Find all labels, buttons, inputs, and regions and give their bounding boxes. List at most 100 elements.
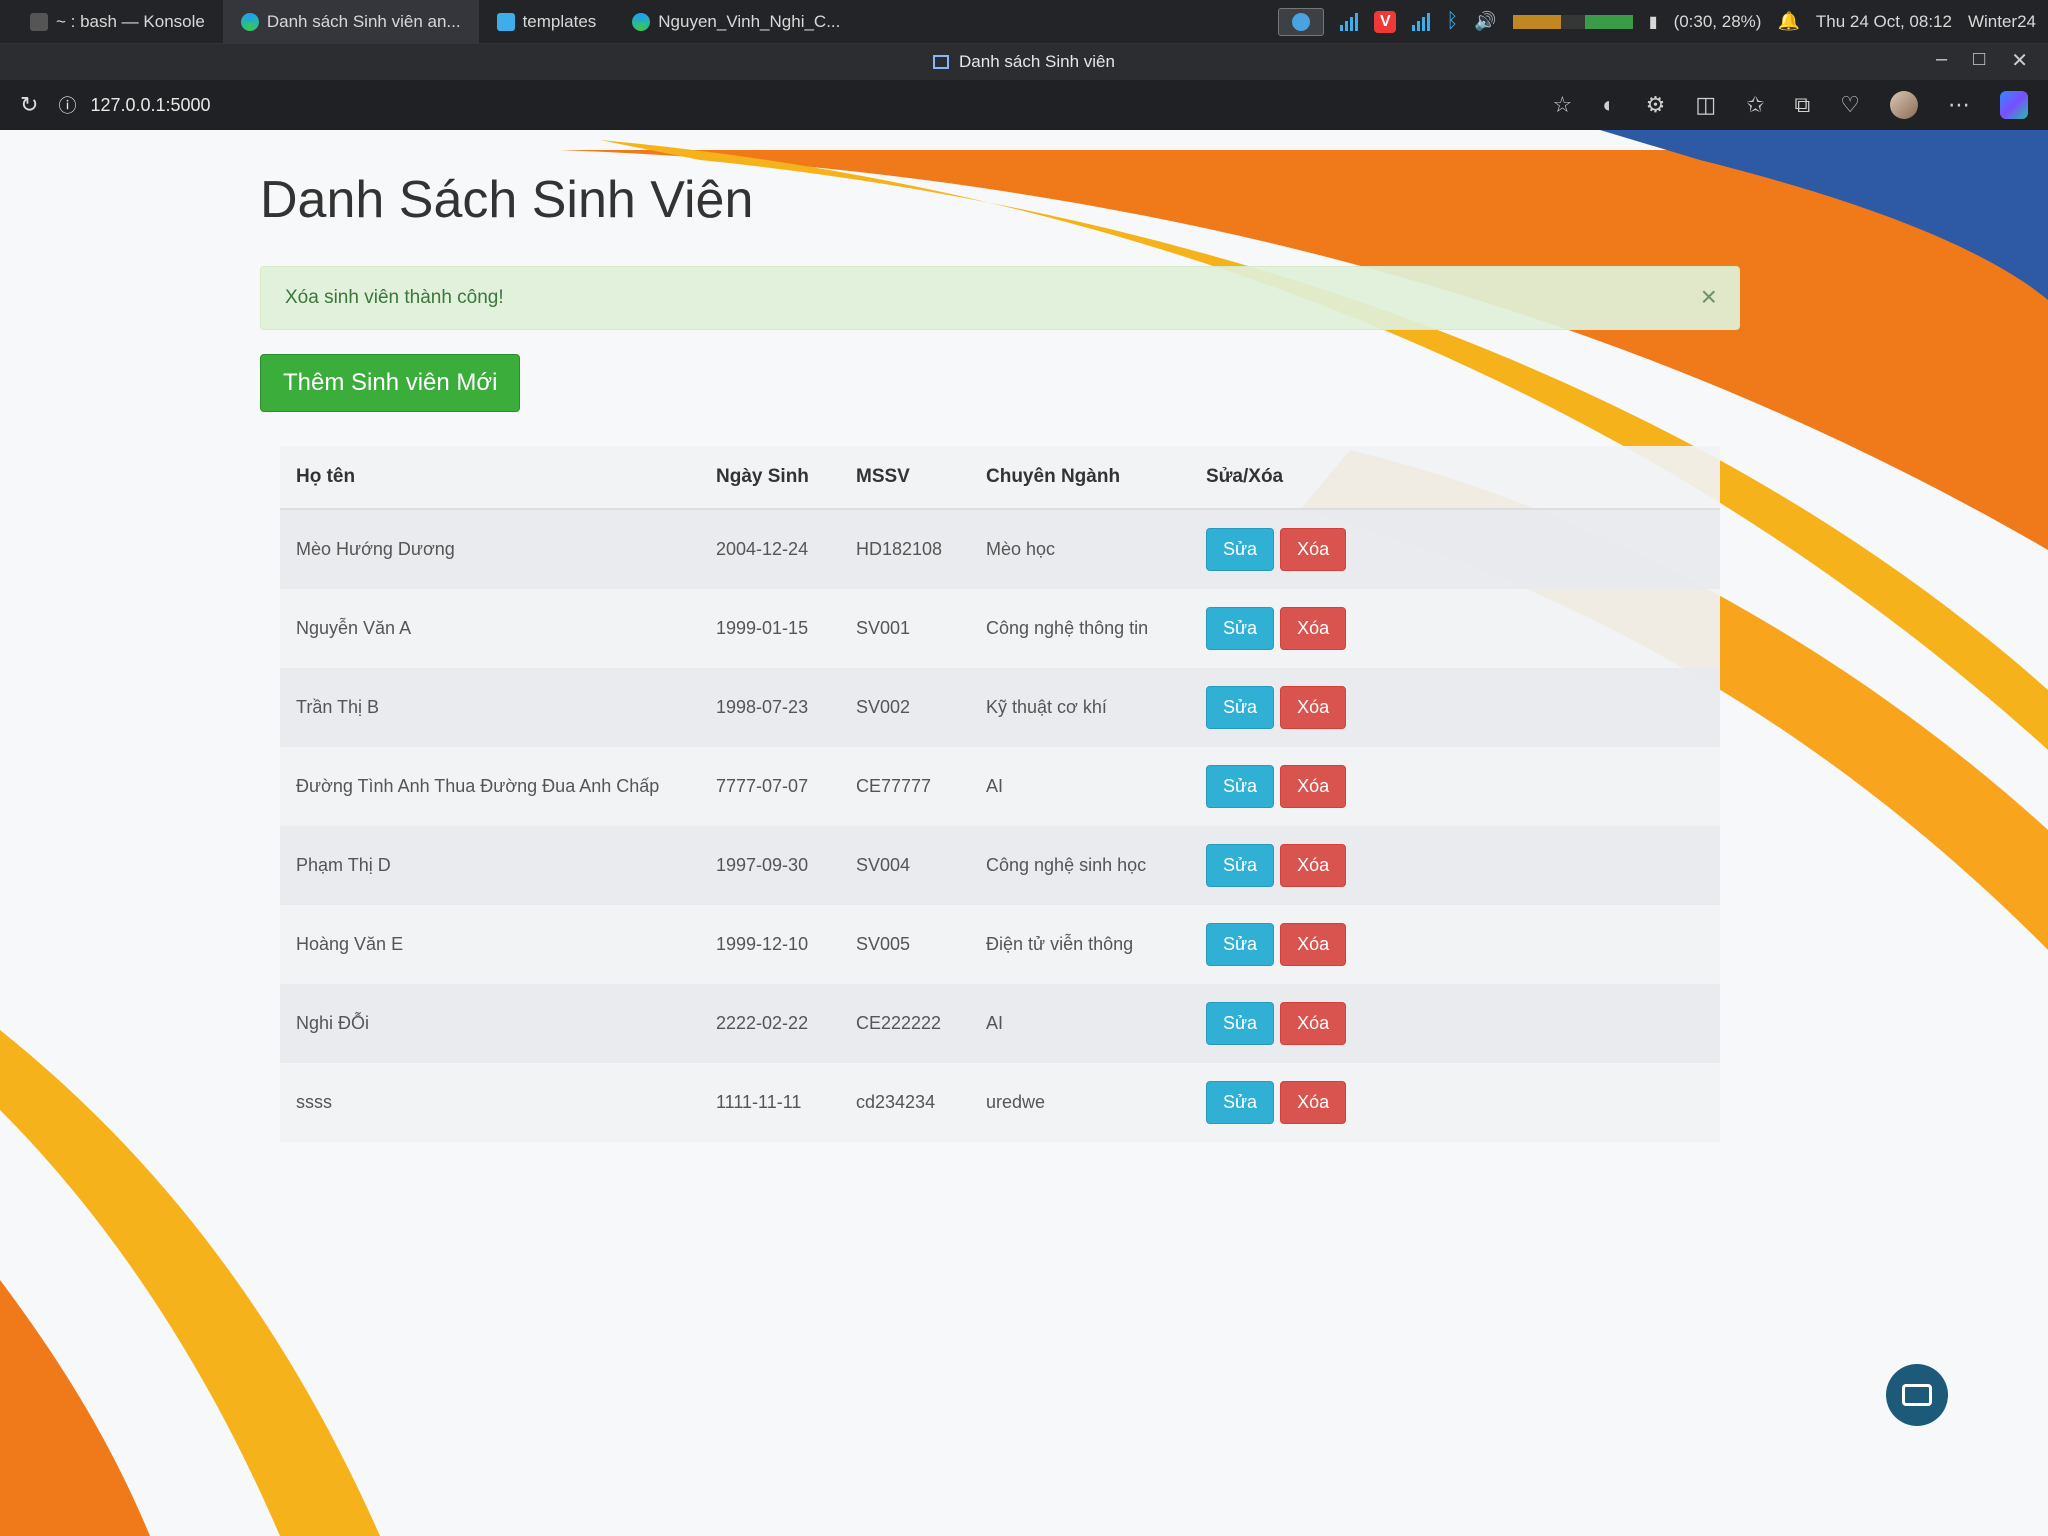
- reload-icon[interactable]: ↻: [20, 92, 38, 118]
- cell-name: Mèo Hướng Dương: [280, 509, 700, 589]
- edit-button[interactable]: Sửa: [1206, 1002, 1275, 1045]
- cell-major: Điện tử viễn thông: [986, 934, 1134, 954]
- terminal-icon: [30, 12, 48, 31]
- alert-close-icon[interactable]: ×: [1701, 281, 1717, 313]
- cell-major: Kỹ thuật cơ khí: [970, 668, 1190, 747]
- cell-name: Đường Tình Anh Thua Đường Đua Anh Chấp: [296, 776, 660, 796]
- cell-mssv: CE222222: [840, 984, 970, 1063]
- taskbar-task-label: ~ : bash — Konsole: [56, 11, 205, 31]
- delete-button[interactable]: Xóa: [1280, 1081, 1347, 1124]
- url-field[interactable]: ⓘ 127.0.0.1:5000: [58, 87, 1532, 123]
- cell-mssv: SV002: [840, 668, 970, 747]
- edit-button[interactable]: Sửa: [1206, 607, 1275, 650]
- copilot-icon[interactable]: [2000, 91, 2028, 119]
- cell-dob: 1999-12-10: [716, 934, 809, 954]
- folder-icon: [496, 12, 515, 31]
- cell-actions: Sửa Xóa: [1190, 747, 1720, 826]
- delete-button[interactable]: Xóa: [1280, 686, 1347, 729]
- edit-button[interactable]: Sửa: [1206, 528, 1275, 571]
- main-container: Danh Sách Sinh Viên Xóa sinh viên thành …: [260, 170, 1780, 1142]
- more-icon[interactable]: ⋯: [1948, 92, 1970, 118]
- minimize-icon[interactable]: –: [1936, 48, 1947, 73]
- window-title: Danh sách Sinh viên: [959, 52, 1115, 71]
- screen-capture-button[interactable]: [1886, 1364, 1948, 1426]
- taskbar-task-document[interactable]: Nguyen_Vinh_Nghi_C...: [614, 0, 858, 44]
- success-alert: Xóa sinh viên thành công! ×: [260, 266, 1740, 330]
- delete-button[interactable]: Xóa: [1280, 607, 1347, 650]
- col-header-dob: Ngày Sinh: [700, 446, 840, 510]
- favorite-star-icon[interactable]: ☆: [1553, 92, 1573, 118]
- col-header-mssv: MSSV: [840, 446, 970, 510]
- delete-button[interactable]: Xóa: [1280, 923, 1347, 966]
- window-icon: [933, 55, 950, 69]
- volume-icon[interactable]: 🔊: [1474, 11, 1496, 32]
- bell-icon[interactable]: 🔔: [1777, 11, 1799, 32]
- favorites-icon[interactable]: ✩: [1746, 92, 1764, 118]
- edit-button[interactable]: Sửa: [1206, 686, 1275, 729]
- taskbar-task-templates[interactable]: templates: [479, 0, 615, 44]
- puzzle-icon[interactable]: ⚙: [1646, 92, 1666, 118]
- cell-name: ssss: [296, 1092, 332, 1112]
- cell-major: Mèo học: [970, 509, 1190, 589]
- close-icon[interactable]: ✕: [2011, 48, 2028, 73]
- add-student-button[interactable]: Thêm Sinh viên Mới: [260, 354, 521, 412]
- cell-name: Phạm Thị D: [280, 826, 700, 905]
- cell-major: Công nghệ thông tin: [986, 618, 1149, 638]
- taskbar-task-label: Danh sách Sinh viên an...: [266, 11, 461, 31]
- cell-dob: 2222-02-22: [700, 984, 840, 1063]
- page-title: Danh Sách Sinh Viên: [260, 171, 754, 229]
- edit-button[interactable]: Sửa: [1206, 1081, 1275, 1124]
- taskbar-task-konsole[interactable]: ~ : bash — Konsole: [12, 0, 223, 44]
- delete-button[interactable]: Xóa: [1280, 844, 1347, 887]
- delete-button[interactable]: Xóa: [1280, 528, 1347, 571]
- info-icon[interactable]: ⓘ: [58, 92, 76, 118]
- screenshot-icon: [1902, 1384, 1932, 1406]
- delete-button[interactable]: Xóa: [1280, 1002, 1347, 1045]
- edit-button[interactable]: Sửa: [1206, 765, 1275, 808]
- network-icon[interactable]: [1412, 12, 1431, 31]
- edit-button[interactable]: Sửa: [1206, 923, 1275, 966]
- profile-avatar[interactable]: [1890, 91, 1918, 119]
- taskbar-task-label: templates: [522, 11, 597, 31]
- table-row: Trần Thị B 1998-07-23 SV002 Kỹ thuật cơ khí…: [280, 668, 1720, 747]
- col-header-actions: Sửa/Xóa: [1190, 446, 1720, 510]
- taskbar-task-label: Nguyen_Vinh_Nghi_C...: [658, 11, 841, 31]
- cell-dob: 1998-07-23: [700, 668, 840, 747]
- system-monitor-icon: [1512, 14, 1633, 29]
- table-row: Hoàng Văn E 1999-12-10 SV005 Điện tử viễn t…: [280, 905, 1720, 984]
- pager-icon[interactable]: [1278, 7, 1325, 36]
- table-row: Mèo Hướng Dương 2004-12-24 HD182108 Mèo học…: [280, 509, 1720, 589]
- cell-actions: Sửa Xóa: [1190, 509, 1720, 589]
- cell-actions: Sửa Xóa: [1190, 589, 1720, 668]
- extension-icon[interactable]: ◐: [1602, 92, 1615, 118]
- collections-icon[interactable]: ⧉: [1795, 92, 1811, 118]
- signal-icon[interactable]: [1340, 12, 1359, 31]
- cell-name: Nghi ĐỖi: [280, 984, 700, 1063]
- table-row: ssss 1111-11-11 cd234234 uredwe Sửa Xóa: [280, 1063, 1720, 1142]
- browser-icon: [632, 12, 651, 31]
- col-header-name: Họ tên: [280, 446, 700, 510]
- delete-button[interactable]: Xóa: [1280, 765, 1347, 808]
- maximize-icon[interactable]: □: [1973, 48, 1985, 73]
- cell-actions: Sửa Xóa: [1190, 984, 1720, 1063]
- page-viewport: Danh Sách Sinh Viên Xóa sinh viên thành …: [0, 130, 2048, 1536]
- edit-button[interactable]: Sửa: [1206, 844, 1275, 887]
- heart-icon[interactable]: ♡: [1840, 92, 1860, 118]
- clock[interactable]: Thu 24 Oct, 08:12: [1816, 12, 1952, 32]
- cell-mssv: HD182108: [840, 509, 970, 589]
- cell-mssv: SV001: [856, 618, 911, 638]
- edge-browser-icon: [240, 12, 259, 31]
- url-text[interactable]: 127.0.0.1:5000: [90, 95, 210, 116]
- vivaldi-icon[interactable]: V: [1374, 10, 1397, 33]
- bluetooth-icon[interactable]: ᛒ: [1446, 10, 1458, 33]
- address-bar: ↻ ⓘ 127.0.0.1:5000 ☆ ◐ ⚙ ◫ ✩ ⧉ ♡ ⋯: [0, 80, 2048, 130]
- split-screen-icon[interactable]: ◫: [1695, 92, 1716, 118]
- col-header-major: Chuyên Ngành: [970, 446, 1190, 510]
- taskbar-task-browser[interactable]: Danh sách Sinh viên an...: [222, 0, 479, 44]
- cell-name: Nguyễn Văn A: [296, 618, 412, 638]
- cell-mssv: cd234234: [856, 1092, 936, 1112]
- activity-name[interactable]: Winter24: [1968, 12, 2036, 32]
- students-table: Họ tên Ngày Sinh MSSV Chuyên Ngành Sửa/X…: [280, 446, 1720, 1142]
- cell-dob: 1111-11-11: [716, 1092, 802, 1112]
- battery-icon[interactable]: ▮: [1649, 12, 1658, 32]
